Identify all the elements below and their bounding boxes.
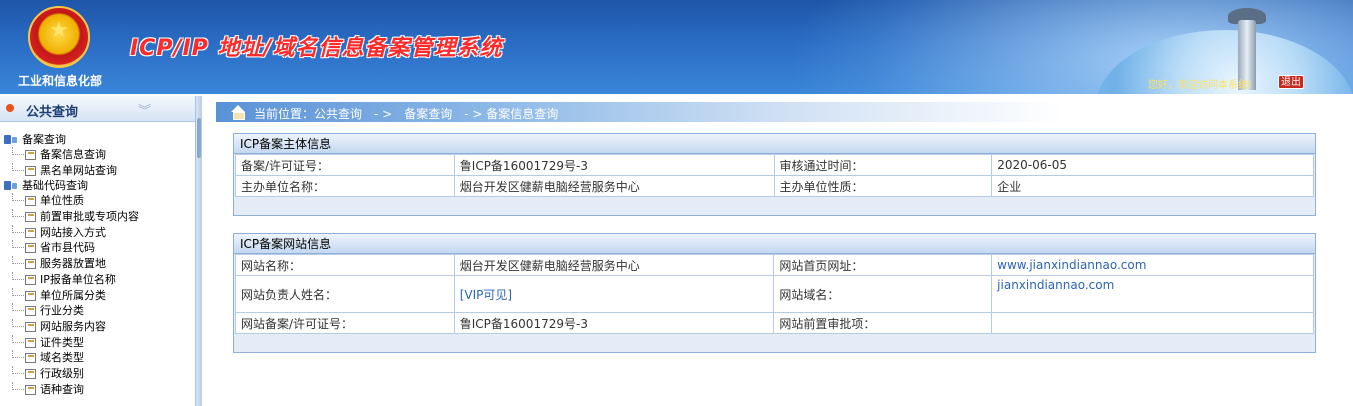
tree-item-service-content[interactable]: 网站服务内容 [0,318,195,335]
value-cell: 鲁ICP备16001729号-3 [453,154,775,176]
panel-footer [234,197,1315,215]
label-cell: 网站负责人姓名： [235,275,455,313]
document-icon [25,337,36,348]
label-cell: 网站前置审批项： [773,312,993,334]
welcome-text: 您好，欢迎访问本系统! [1148,80,1253,91]
label-cell: 主办单位名称： [235,175,455,197]
tree-item-filing-info-query[interactable]: 备案信息查询 [0,147,195,163]
sidebar-splitter[interactable] [196,96,202,406]
document-icon [25,243,36,254]
sidebar-header[interactable]: 公共查询 ︾ [0,96,195,122]
tree-item-language-query[interactable]: 语种查询 [0,381,195,398]
subject-panel-title: ICP备案主体信息 [234,134,1315,154]
value-cell: 鲁ICP备16001729号-3 [453,312,775,334]
sidebar-tree: 备案查询 备案信息查询 黑名单网站查询 基础代码查询 单位性质 前置审批或专项内… [0,122,195,397]
app-header: ★ 工业和信息化部 ICP/IP 地址/域名信息备案管理系统 您好，欢迎访问本系… [0,0,1353,94]
document-icon [25,290,36,301]
ministry-name: 工业和信息化部 [18,74,103,88]
table-row: 网站名称： 烟台开发区健薪电脑经营服务中心 网站首页网址： www.jianxi… [235,254,1314,276]
document-icon [25,321,36,332]
tree-item-pre-approval[interactable]: 前置审批或专项内容 [0,209,195,225]
tree-item-server-location[interactable]: 服务器放置地 [0,256,195,272]
splitter-grip-icon[interactable] [197,118,201,158]
panel-footer [234,334,1315,352]
document-icon [25,306,36,317]
tree-group-filing-query[interactable]: 备案查询 [0,132,195,147]
tree-item-id-type[interactable]: 证件类型 [0,334,195,351]
label-cell: 审核通过时间： [773,154,993,176]
tree-item-ip-unit-name[interactable]: IP报备单位名称 [0,271,195,288]
bullet-icon [6,104,14,112]
group-icon [4,181,18,191]
breadcrumb-text: 当前位置：公共查询 - > 备案查询 - > 备案信息查询 [254,107,559,121]
document-icon [25,227,36,238]
label-cell: 网站名称： [235,254,455,276]
value-cell [991,312,1314,334]
domain-link[interactable]: jianxindiannao.com [997,278,1114,292]
vip-visible-link[interactable]: [VIP可见] [460,288,512,302]
website-info-panel: ICP备案网站信息 网站名称： 烟台开发区健薪电脑经营服务中心 网站首页网址： … [233,233,1316,353]
document-icon [25,274,36,285]
tree-item-region-code[interactable]: 省市县代码 [0,240,195,256]
tree-item-unit-category[interactable]: 单位所属分类 [0,287,195,304]
table-row: 主办单位名称： 烟台开发区健薪电脑经营服务中心 主办单位性质： 企业 [235,175,1314,197]
tree-item-access-method[interactable]: 网站接入方式 [0,224,195,241]
website-panel-title: ICP备案网站信息 [234,234,1315,254]
tree-item-blacklist-query[interactable]: 黑名单网站查询 [0,162,195,179]
document-icon [25,368,36,379]
tree-item-unit-nature[interactable]: 单位性质 [0,193,195,209]
value-cell: 2020-06-05 [991,154,1314,176]
tree-item-industry-category[interactable]: 行业分类 [0,303,195,319]
value-cell: 烟台开发区健薪电脑经营服务中心 [453,175,775,197]
tree-item-domain-type[interactable]: 域名类型 [0,350,195,366]
document-icon [25,150,36,160]
label-cell: 主办单位性质： [773,175,993,197]
tree-item-admin-level[interactable]: 行政级别 [0,365,195,382]
home-icon[interactable] [230,105,246,120]
collapse-chevron-icon[interactable]: ︾ [138,100,151,119]
document-icon [25,212,36,223]
sidebar-title: 公共查询 [26,105,79,120]
subject-info-table: 备案/许可证号： 鲁ICP备16001729号-3 审核通过时间： 2020-0… [235,154,1314,197]
website-info-table: 网站名称： 烟台开发区健薪电脑经营服务中心 网站首页网址： www.jianxi… [235,254,1314,334]
breadcrumb: 当前位置：公共查询 - > 备案查询 - > 备案信息查询 [216,102,1346,122]
label-cell: 网站备案/许可证号： [235,312,455,334]
label-cell: 网站域名： [773,275,993,313]
value-cell: 烟台开发区健薪电脑经营服务中心 [453,254,775,276]
logout-button[interactable]: 退出 [1278,75,1304,89]
tree-group-base-code-query[interactable]: 基础代码查询 [0,178,195,193]
table-row: 网站负责人姓名： [VIP可见] 网站域名： jianxindiannao.co… [235,275,1314,313]
label-cell: 网站首页网址： [773,254,993,276]
table-row: 网站备案/许可证号： 鲁ICP备16001729号-3 网站前置审批项： [235,312,1314,334]
system-title: ICP/IP 地址/域名信息备案管理系统 [130,36,503,61]
national-emblem-icon: ★ [28,6,90,68]
value-cell: 企业 [991,175,1314,197]
document-icon [25,165,36,176]
document-icon [25,384,36,395]
group-icon [4,135,18,144]
sidebar: 公共查询 ︾ 备案查询 备案信息查询 黑名单网站查询 基础代码查询 单位性质 前… [0,96,196,406]
homepage-url-link[interactable]: www.jianxindiannao.com [997,258,1146,272]
table-row: 备案/许可证号： 鲁ICP备16001729号-3 审核通过时间： 2020-0… [235,154,1314,176]
subject-info-panel: ICP备案主体信息 备案/许可证号： 鲁ICP备16001729号-3 审核通过… [233,133,1316,216]
document-icon [25,259,36,270]
label-cell: 备案/许可证号： [235,154,455,176]
document-icon [25,196,36,207]
document-icon [25,353,36,364]
